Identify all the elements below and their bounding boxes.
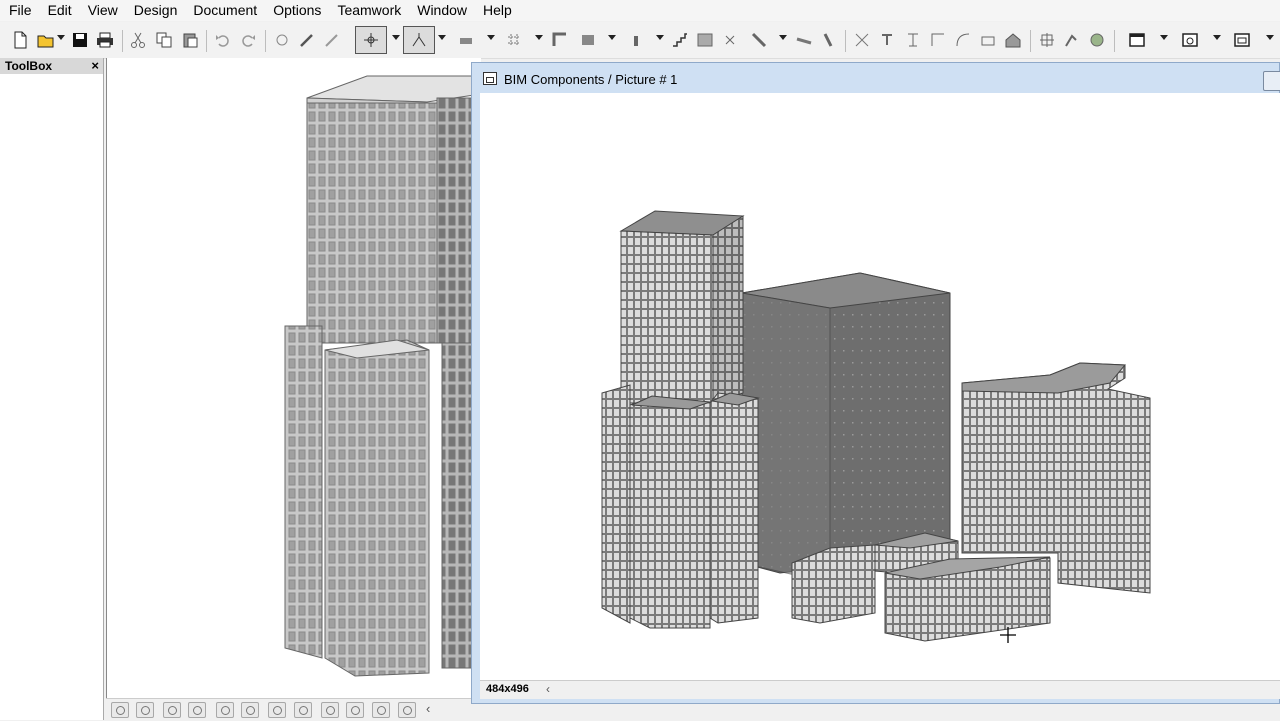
menu-design[interactable]: Design xyxy=(126,0,186,21)
menu-help[interactable]: Help xyxy=(475,0,520,21)
pencil-icon[interactable] xyxy=(297,30,317,50)
toolbox-header: ToolBox × xyxy=(0,58,103,74)
undo-icon[interactable] xyxy=(213,30,233,50)
picture-window: BIM Components / Picture # 1 484x496 ‹ xyxy=(471,62,1280,704)
print-icon[interactable] xyxy=(95,30,115,50)
grid-tool-icon[interactable] xyxy=(504,30,524,50)
picture-window-titlebar[interactable]: BIM Components / Picture # 1 xyxy=(472,63,1280,93)
arc-tool-icon[interactable] xyxy=(953,30,973,50)
menu-bar: File Edit View Design Document Options T… xyxy=(0,0,1280,21)
zoom-window-icon[interactable] xyxy=(163,702,181,718)
navigation-bar: ‹ xyxy=(106,698,480,721)
menu-document[interactable]: Document xyxy=(185,0,265,21)
window-layout-icon[interactable] xyxy=(1232,30,1252,50)
orbit-icon[interactable] xyxy=(294,702,312,718)
eyedropper-icon[interactable] xyxy=(272,30,292,50)
new-document-icon[interactable] xyxy=(10,30,30,50)
sphere-tool-icon[interactable] xyxy=(1087,30,1107,50)
split-tool-icon[interactable] xyxy=(877,30,897,50)
menu-window[interactable]: Window xyxy=(409,0,475,21)
minimize-button[interactable] xyxy=(1263,71,1280,91)
scroll-left-arrow[interactable]: ‹ xyxy=(426,701,430,716)
crosshair-cursor-icon xyxy=(1000,627,1016,643)
curtain-wall-tool-icon[interactable] xyxy=(818,30,838,50)
arrow-tool-icon[interactable] xyxy=(355,26,387,54)
menu-file[interactable]: File xyxy=(0,0,40,21)
explore-icon[interactable] xyxy=(111,702,129,718)
lamp-tool-icon[interactable] xyxy=(1061,30,1081,50)
picture-canvas[interactable] xyxy=(480,93,1280,680)
marquee-tool-icon[interactable] xyxy=(403,26,435,54)
zoom-plus-icon[interactable] xyxy=(188,702,206,718)
offset-tool-icon[interactable] xyxy=(978,30,998,50)
redo-icon[interactable] xyxy=(238,30,258,50)
walk-icon[interactable] xyxy=(321,702,339,718)
menu-teamwork[interactable]: Teamwork xyxy=(329,0,409,21)
picture-size: 484x496 xyxy=(486,683,529,695)
zoom-out-icon[interactable] xyxy=(241,702,259,718)
elevate-tool-icon[interactable] xyxy=(903,30,923,50)
open-icon[interactable] xyxy=(36,30,56,50)
picture-status-bar: 484x496 ‹ xyxy=(480,680,1280,699)
beam-tool-icon[interactable] xyxy=(794,30,814,50)
save-icon[interactable] xyxy=(70,30,90,50)
picture-window-title: BIM Components / Picture # 1 xyxy=(504,72,678,87)
stair-tool-icon[interactable] xyxy=(670,30,690,50)
corner-tool-icon[interactable] xyxy=(550,30,570,50)
bim-buildings-rendering xyxy=(601,210,1151,642)
zoom-next-icon[interactable] xyxy=(398,702,416,718)
column-tool-icon[interactable] xyxy=(626,30,646,50)
picture-window-icon xyxy=(483,72,497,85)
close-tool-icon[interactable] xyxy=(720,30,740,50)
pan-icon[interactable] xyxy=(268,702,286,718)
toolbox-title: ToolBox xyxy=(5,59,53,73)
menu-view[interactable]: View xyxy=(80,0,126,21)
close-icon[interactable]: × xyxy=(91,58,99,74)
copy-icon[interactable] xyxy=(154,30,174,50)
mesh-tool-icon[interactable] xyxy=(749,30,769,50)
fit-icon[interactable] xyxy=(136,702,154,718)
view-settings-icon[interactable] xyxy=(1180,30,1200,50)
brush-icon[interactable] xyxy=(322,30,342,50)
scissor-tool-icon[interactable] xyxy=(852,30,872,50)
zoom-prev-icon[interactable] xyxy=(372,702,390,718)
cut-icon[interactable] xyxy=(128,30,148,50)
toolbox-panel: ToolBox × xyxy=(0,58,104,720)
zoom-in-icon[interactable] xyxy=(216,702,234,718)
toolbar xyxy=(0,22,1280,59)
wall-tool-icon[interactable] xyxy=(456,30,476,50)
scroll-left-arrow[interactable]: ‹ xyxy=(546,682,550,696)
paste-icon[interactable] xyxy=(180,30,200,50)
fillet-tool-icon[interactable] xyxy=(928,30,948,50)
house-tool-icon[interactable] xyxy=(1003,30,1023,50)
menu-options[interactable]: Options xyxy=(265,0,329,21)
tower-rendering xyxy=(284,75,481,677)
layers-icon[interactable] xyxy=(1127,30,1147,50)
roof-tool-icon[interactable] xyxy=(695,30,715,50)
transform-tool-icon[interactable] xyxy=(1037,30,1057,50)
menu-edit[interactable]: Edit xyxy=(40,0,80,21)
zoom-back-icon[interactable] xyxy=(346,702,364,718)
main-3d-view[interactable] xyxy=(106,58,481,698)
slab-tool-icon[interactable] xyxy=(578,30,598,50)
